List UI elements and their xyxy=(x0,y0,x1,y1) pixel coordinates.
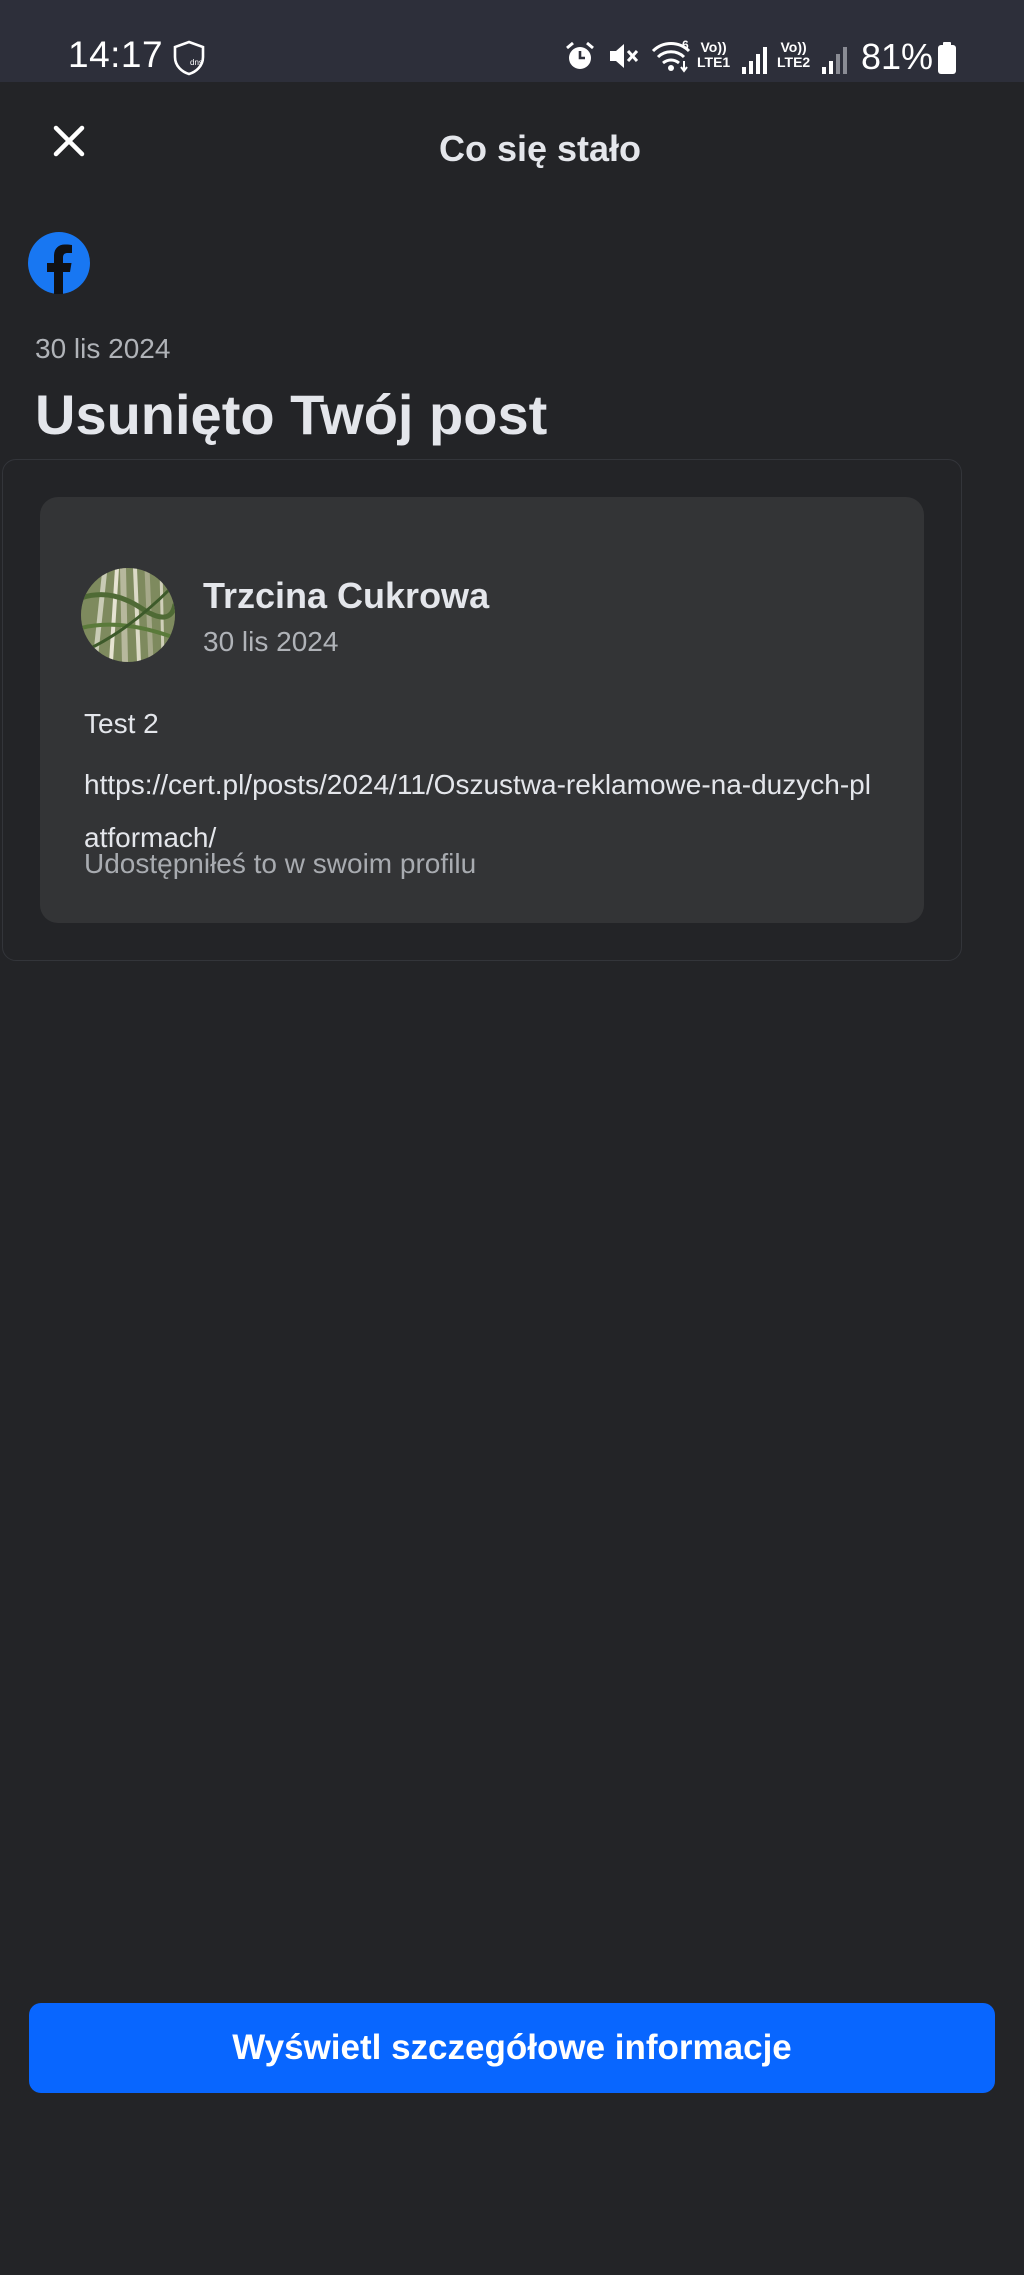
sim2-label: Vo)) LTE2 xyxy=(777,39,811,70)
signal-sim1-icon xyxy=(742,47,767,74)
signal-sim2-icon xyxy=(822,47,847,74)
vpn-shield-icon: dns xyxy=(173,40,205,76)
battery-percentage: 81% xyxy=(861,36,934,77)
svg-text:dns: dns xyxy=(190,58,203,67)
battery-icon xyxy=(938,42,956,74)
status-time: 14:17 xyxy=(68,34,164,75)
page-title: Co się stało xyxy=(438,128,642,169)
notice-date: 30 lis 2024 xyxy=(35,333,171,364)
facebook-icon xyxy=(28,232,90,294)
wifi-icon: 6 xyxy=(651,38,691,73)
post-author-name[interactable]: Trzcina Cukrowa xyxy=(203,575,489,617)
status-bar: 14:17 dns 6 Vo)) LTE1 Vo)) LTE2 81% xyxy=(0,0,1024,82)
mute-icon xyxy=(610,44,639,68)
svg-text:6: 6 xyxy=(682,38,689,52)
view-details-button[interactable]: Wyświetl szczegółowe informacje xyxy=(29,2003,995,2093)
notice-heading: Usunięto Twój post xyxy=(35,383,548,446)
sim1-label: Vo)) LTE1 xyxy=(697,39,731,70)
avatar xyxy=(81,568,175,662)
shared-note: Udostępniłeś to w swoim profilu xyxy=(84,848,477,879)
alarm-icon xyxy=(566,41,594,69)
avatar-image xyxy=(81,568,175,662)
post-date: 30 lis 2024 xyxy=(203,626,339,657)
post-text: Test 2 xyxy=(84,708,159,739)
